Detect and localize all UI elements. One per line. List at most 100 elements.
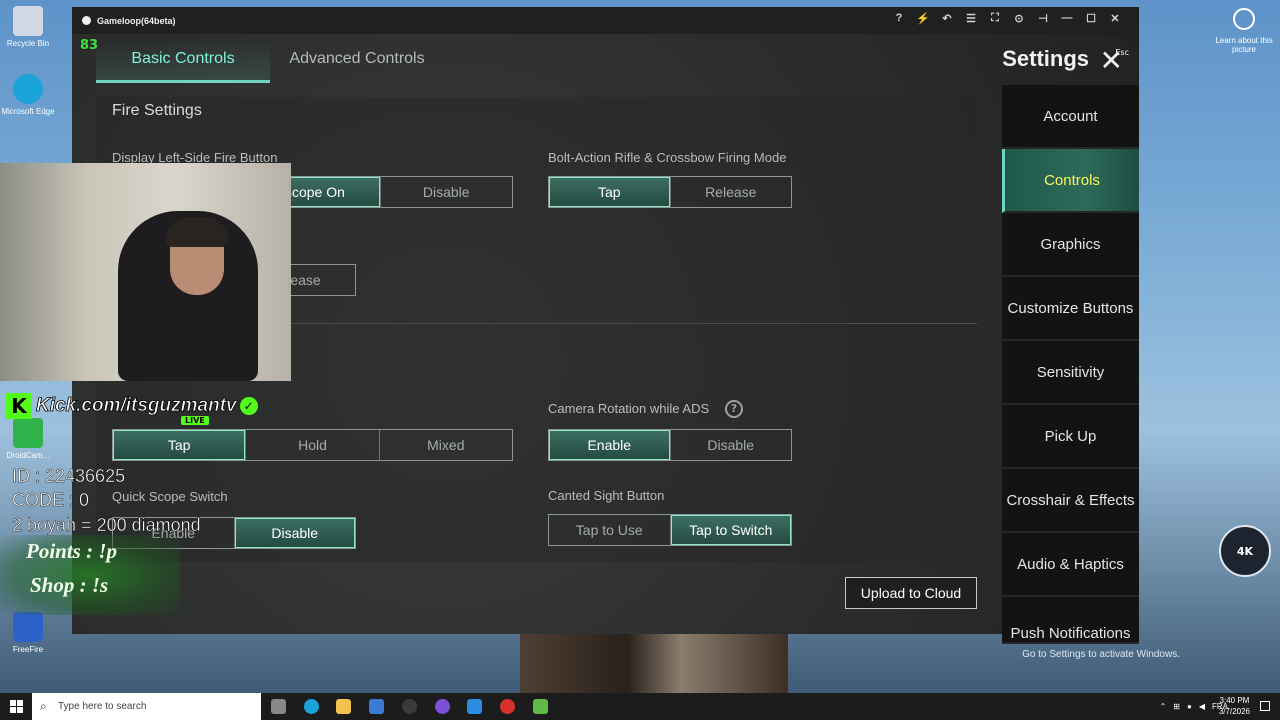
wallpaper-detail [520,632,788,694]
stream-id-text: ID : 22436625 [12,466,126,486]
upload-to-cloud-button[interactable]: Upload to Cloud [845,577,977,609]
learn-about-picture[interactable]: Learn about this picture [1214,8,1274,54]
scope-mode-toggle: Tap Hold Mixed [112,429,513,461]
tap-option[interactable]: Tap [549,177,671,207]
desktop-icon-label: FreeFire [12,645,44,654]
desktop-icon-label: Microsoft Edge [1,107,55,116]
notifications-icon[interactable] [1260,701,1270,711]
desktop-icon-freefire[interactable]: FreeFire [0,612,56,654]
maximize-icon[interactable]: ☐ [1079,12,1103,25]
boyah-text: 2 boyah = 200 diamond [12,515,201,535]
fire-settings-title: Fire Settings [112,102,202,119]
sidebar-item-graphics[interactable]: Graphics [1002,213,1139,277]
settings-sidebar: Account Controls Graphics Customize Butt… [1002,85,1139,644]
fullscreen-icon[interactable]: ⛶ [983,12,1007,25]
live-badge: LIVE [181,416,209,425]
verified-icon: ✓ [239,397,258,415]
edge-icon [13,74,43,104]
search-placeholder: Type here to search [58,701,147,712]
sidebar-item-sensitivity[interactable]: Sensitivity [1002,341,1139,405]
points-text: Points : !p [26,539,118,563]
tap-to-use-option[interactable]: Tap to Use [549,515,671,545]
obs-icon[interactable] [402,699,417,714]
tray-chevron-icon[interactable]: ⌃ [1160,702,1167,711]
sidebar-item-controls[interactable]: Controls [1002,149,1139,213]
sidebar-item-audio-haptics[interactable]: Audio & Haptics [1002,533,1139,597]
mic-icon[interactable]: ● [1187,702,1192,711]
streamer-headset [166,217,228,247]
learn-about-picture-label: Learn about this picture [1215,36,1273,54]
esc-hint: Esc [1115,48,1129,57]
store-icon[interactable] [369,699,384,714]
question-icon[interactable]: ? [725,400,743,418]
volume-icon[interactable]: ◀ [1199,702,1205,711]
release-option[interactable]: Release [671,177,792,207]
freefire-icon [13,612,43,642]
tap-option[interactable]: Tap [113,430,247,460]
camera-icon [1233,8,1255,30]
window-titlebar[interactable]: Gameloop(64beta) ? ⚡ ↶ ☰ ⛶ ⊙ ⊣ — ☐ ✕ [72,7,1139,34]
account-icon[interactable]: ⊙ [1007,12,1031,25]
activate-subtitle: Go to Settings to activate Windows. [1022,649,1180,660]
disable-option[interactable]: Disable [671,430,792,460]
clock-time: 3:40 PM [1219,696,1250,705]
desktop-icon-edge[interactable]: Microsoft Edge [0,74,56,116]
help-icon[interactable]: ? [887,12,911,25]
mixed-option[interactable]: Mixed [380,430,512,460]
kick-url: Kick.com/itsguzmantv [36,395,237,417]
taskbar-search-input[interactable]: ⌕ Type here to search [32,693,261,720]
camera-rotation-toggle: Enable Disable [548,429,792,461]
menu-icon[interactable]: ☰ [959,12,983,25]
disable-option[interactable]: Disable [381,177,513,207]
tab-basic-controls[interactable]: Basic Controls [96,41,270,83]
disable-option[interactable]: Disable [234,518,355,548]
quick-scope-label: Quick Scope Switch [112,489,228,504]
sidebar-item-crosshair-effects[interactable]: Crosshair & Effects [1002,469,1139,533]
sidebar-item-pick-up[interactable]: Pick Up [1002,405,1139,469]
boost-icon[interactable]: ⚡ [911,12,935,25]
kick-banner: K Kick.com/itsguzmantv ✓ [6,391,258,421]
streamer-logo-text: 4K [1236,544,1254,558]
task-view-icon[interactable] [271,699,286,714]
desktop-icon-label: Recycle Bin [6,39,50,48]
canted-sight-toggle: Tap to Use Tap to Switch [548,514,792,546]
recycle-bin-icon [13,6,43,36]
camera-rotation-label: Camera Rotation while ADS [548,401,710,416]
taskbar-clock[interactable]: 3:40 PM 3/7/2026 [1219,695,1250,717]
network-icon[interactable]: ⊞ [1173,702,1180,711]
sidebar-item-push-notifications[interactable]: Push Notifications [1002,597,1139,644]
hold-option[interactable]: Hold [246,430,380,460]
windows-start-icon[interactable] [10,700,23,713]
taskbar: ⌕ Type here to search ⌃ ⊞ ● ◀ FRA 3:40 P… [0,693,1280,720]
tap-to-switch-option[interactable]: Tap to Switch [670,515,791,545]
search-icon: ⌕ [40,699,47,713]
window-title: Gameloop(64beta) [97,15,176,26]
android-icon[interactable] [533,699,548,714]
system-tray: ⌃ ⊞ ● ◀ FRA [1153,693,1228,720]
desktop-icon-droidcam[interactable]: DroidCam... [0,418,56,460]
close-icon[interactable]: ✕ [1103,12,1127,25]
stream-code-text: CODE : 0 [12,490,90,510]
droidcam-icon [13,418,43,448]
pin-icon[interactable]: ⊣ [1031,12,1055,25]
desktop-icon-recycle-bin[interactable]: Recycle Bin [0,6,56,48]
app-icon[interactable] [500,699,515,714]
back-icon[interactable]: ↶ [935,12,959,25]
settings-tabs: Basic Controls Advanced Controls [96,41,444,83]
discord-icon[interactable] [435,699,450,714]
minimize-icon[interactable]: — [1055,12,1079,25]
streamer-logo: 4K [1219,525,1271,577]
bolt-action-label: Bolt-Action Rifle & Crossbow Firing Mode [548,150,787,165]
shop-text: Shop : !s [30,573,109,597]
window-controls: ? ⚡ ↶ ☰ ⛶ ⊙ ⊣ — ☐ ✕ [887,12,1127,25]
tab-advanced-controls[interactable]: Advanced Controls [270,41,444,83]
gameloop-logo-icon [82,16,91,25]
file-explorer-icon[interactable] [336,699,351,714]
sidebar-item-account[interactable]: Account [1002,85,1139,149]
points-shop-overlay: Points : !p Shop : !s [0,535,180,615]
kick-logo-icon: K [6,393,32,419]
gameloop-taskbar-icon[interactable] [467,699,482,714]
enable-option[interactable]: Enable [549,430,671,460]
sidebar-item-customize-buttons[interactable]: Customize Buttons [1002,277,1139,341]
edge-icon[interactable] [304,699,319,714]
